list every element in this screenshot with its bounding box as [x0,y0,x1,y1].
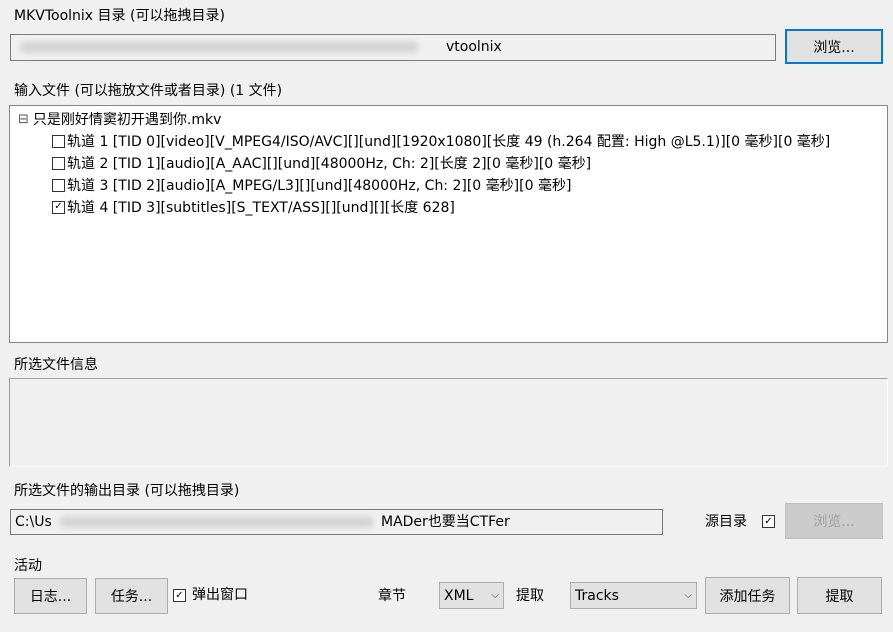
file-info-box [9,378,888,467]
popup-label: 弹出窗口 [192,587,248,603]
file-info-label: 所选文件信息 [14,357,98,373]
extract-label: 提取 [516,588,544,604]
track-row-2[interactable]: 轨道 2 [TID 1][audio][A_AAC][][und][48000H… [52,152,591,174]
source-dir-label: 源目录 [705,514,747,530]
mkvtoolnix-dir-path-text: vtoolnix [446,39,502,55]
extract-button[interactable]: 提取 [797,577,882,614]
output-dir-path-start: C:\Us [15,514,52,530]
track-2-label: 轨道 2 [TID 1][audio][A_AAC][][und][48000H… [67,156,592,172]
chevron-down-icon: ⌵ [684,590,692,601]
chapters-format-value: XML [444,587,474,604]
track-1-label: 轨道 1 [TID 0][video][V_MPEG4/ISO/AVC][][u… [67,134,831,150]
track-row-4[interactable]: ✓ 轨道 4 [TID 3][subtitles][S_TEXT/ASS][][… [52,196,455,218]
mkvtoolnix-dir-label: MKVToolnix 目录 (可以拖拽目录) [14,8,225,24]
chevron-down-icon: ⌵ [491,590,499,601]
track-2-checkbox[interactable] [52,156,65,170]
track-row-1[interactable]: 轨道 1 [TID 0][video][V_MPEG4/ISO/AVC][][u… [52,130,830,152]
tasks-button[interactable]: 任务... [95,578,168,614]
track-4-checkbox[interactable]: ✓ [52,200,65,214]
extract-mode-value: Tracks [575,587,619,604]
collapse-icon[interactable]: ⊟ [18,112,29,127]
chapters-format-select[interactable]: XML ⌵ [439,582,504,609]
file-name: 只是刚好情窦初开遇到你.mkv [32,112,222,128]
add-task-button[interactable]: 添加任务 [705,577,790,614]
source-dir-checkbox[interactable]: ✓ [762,515,775,528]
track-1-checkbox[interactable] [52,134,65,148]
output-dir-label: 所选文件的输出目录 (可以拖拽目录) [14,483,240,499]
track-row-3[interactable]: 轨道 3 [TID 2][audio][A_MPEG/L3][][und][48… [52,174,571,196]
track-3-label: 轨道 3 [TID 2][audio][A_MPEG/L3][][und][48… [67,178,572,194]
output-dir-input[interactable]: C:\Us MADer也要当CTFer [10,509,663,535]
popup-checkbox[interactable]: ✓ [173,589,186,602]
log-button[interactable]: 日志... [14,578,87,614]
track-4-label: 轨道 4 [TID 3][subtitles][S_TEXT/ASS][][un… [67,200,455,216]
file-node[interactable]: ⊟ 只是刚好情窦初开遇到你.mkv [18,108,221,130]
chapters-label: 章节 [378,588,406,604]
extract-mode-select[interactable]: Tracks ⌵ [570,582,697,609]
activity-label: 活动 [14,558,42,574]
output-browse-button[interactable]: 浏览... [785,503,883,539]
mkvtoolnix-dir-input[interactable]: vtoolnix [10,34,776,61]
input-files-tree[interactable]: ⊟ 只是刚好情窦初开遇到你.mkv 轨道 1 [TID 0][video][V_… [9,105,888,343]
mkvtoolnix-browse-button[interactable]: 浏览... [785,29,883,64]
track-3-checkbox[interactable] [52,178,65,192]
output-dir-path-end: MADer也要当CTFer [381,514,510,530]
input-files-label: 输入文件 (可以拖放文件或者目录) (1 文件) [14,83,283,99]
